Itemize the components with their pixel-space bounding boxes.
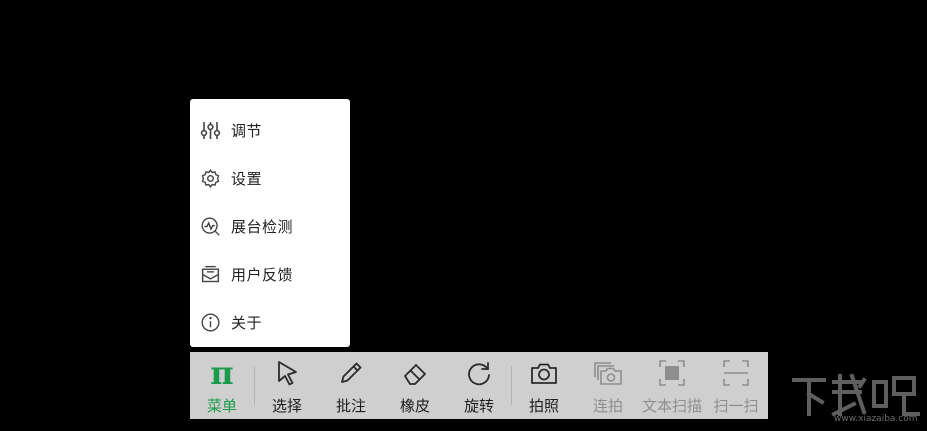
tool-label: 拍照	[528, 397, 559, 415]
tool-label: 选择	[271, 397, 302, 415]
screen: 调节 设置 展台检测 用户反馈 关于 π 菜单 选择 批注 橡皮 旋转 拍照 连…	[0, 0, 927, 431]
bottom-toolbar: π 菜单 选择 批注 橡皮 旋转 拍照 连拍 文本扫描 扫一扫	[190, 352, 768, 419]
scan-frame-icon	[721, 358, 751, 388]
menu-item-settings[interactable]: 设置	[190, 154, 350, 202]
eraser-icon	[400, 358, 430, 388]
tool-label: 文本扫描	[641, 397, 702, 415]
eraser-button[interactable]: 橡皮	[383, 352, 447, 419]
select-button[interactable]: 选择	[255, 352, 319, 419]
rotate-button[interactable]: 旋转	[447, 352, 511, 419]
sliders-icon	[200, 120, 221, 141]
menu-item-feedback[interactable]: 用户反馈	[190, 250, 350, 298]
tool-label: 扫一扫	[713, 397, 759, 415]
menu-item-label: 用户反馈	[231, 265, 294, 284]
feedback-mail-icon	[200, 264, 221, 285]
watermark-logo	[790, 372, 922, 420]
capture-button[interactable]: 拍照	[512, 352, 576, 419]
text-scan-button[interactable]: 文本扫描	[640, 352, 704, 419]
tool-label: 旋转	[463, 397, 494, 415]
scan-button[interactable]: 扫一扫	[704, 352, 768, 419]
pi-symbol: π	[210, 354, 234, 392]
camera-icon	[529, 358, 559, 388]
menu-item-label: 调节	[231, 121, 263, 140]
cursor-icon	[272, 358, 302, 388]
pencil-icon	[336, 358, 366, 388]
menu-button[interactable]: π 菜单	[190, 352, 254, 419]
menu-item-about[interactable]: 关于	[190, 298, 350, 346]
menu-item-label: 关于	[231, 313, 263, 332]
menu-item-label: 设置	[231, 169, 263, 188]
burst-camera-icon	[593, 358, 623, 388]
pi-icon: π	[207, 354, 237, 392]
pulse-search-icon	[200, 216, 221, 237]
text-scan-icon	[657, 358, 687, 388]
main-menu-popup: 调节 设置 展台检测 用户反馈 关于	[190, 99, 350, 347]
tool-label: 连拍	[592, 397, 623, 415]
burst-capture-button[interactable]: 连拍	[576, 352, 640, 419]
info-icon	[200, 312, 221, 333]
menu-item-label: 展台检测	[231, 217, 294, 236]
annotate-button[interactable]: 批注	[319, 352, 383, 419]
menu-item-adjust[interactable]: 调节	[190, 106, 350, 154]
tool-label: 橡皮	[399, 397, 430, 415]
tool-label: 批注	[335, 397, 366, 415]
gear-icon	[200, 168, 221, 189]
watermark-domain: www.xiazaiba.com	[834, 414, 918, 424]
menu-item-booth-detect[interactable]: 展台检测	[190, 202, 350, 250]
rotate-icon	[464, 358, 494, 388]
tool-label: 菜单	[206, 397, 237, 415]
